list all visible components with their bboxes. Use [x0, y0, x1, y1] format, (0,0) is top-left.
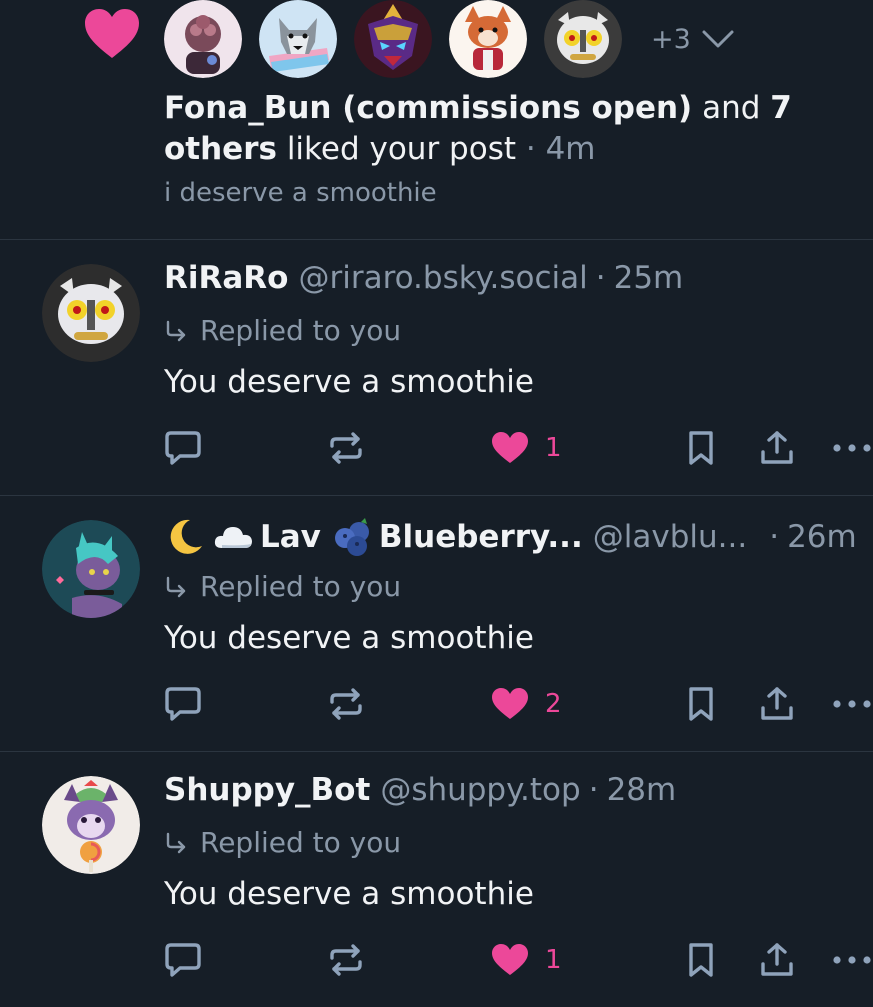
reply-header: Shuppy_Bot @shuppy.top · 28m — [164, 772, 676, 808]
share-button[interactable] — [759, 684, 795, 724]
share-button[interactable] — [759, 940, 795, 980]
reply-notification[interactable]: Lav Blueberry... @lavblu... · 26m Replie… — [0, 496, 873, 752]
avatar[interactable] — [449, 0, 527, 78]
repost-button[interactable] — [328, 940, 364, 980]
time-separator: · — [595, 260, 606, 296]
post-actions: 2 — [0, 684, 873, 728]
crescent-moon-icon — [170, 519, 202, 554]
reply-header: RiRaRo @riraro.bsky.social · 25m — [164, 260, 683, 296]
action-text: liked your post — [286, 131, 516, 167]
replied-indicator: Replied to you — [164, 826, 401, 859]
replied-label: Replied to you — [200, 570, 402, 603]
like-button[interactable]: 1 — [491, 940, 562, 980]
author-name[interactable]: Lav — [260, 519, 321, 555]
author-name[interactable]: Shuppy_Bot — [164, 772, 370, 808]
bookmark-icon — [689, 431, 713, 465]
more-likers-button[interactable]: +3 — [651, 24, 735, 55]
author-handle[interactable]: @shuppy.top — [380, 772, 580, 808]
reply-header: Lav Blueberry... @lavblu... · 26m — [164, 516, 857, 558]
replied-indicator: Replied to you — [164, 570, 401, 603]
avatar[interactable] — [164, 0, 242, 78]
time-separator: · — [769, 519, 780, 555]
reply-notification[interactable]: Shuppy_Bot @shuppy.top · 28m Replied to … — [0, 752, 873, 1007]
bookmark-button[interactable] — [686, 684, 716, 724]
replied-label: Replied to you — [200, 314, 402, 347]
reply-button[interactable] — [164, 940, 202, 980]
share-icon — [761, 687, 793, 720]
notification-time: 4m — [545, 131, 596, 167]
post-actions: 1 — [0, 940, 873, 984]
share-icon — [761, 943, 793, 976]
ellipsis-icon — [833, 956, 871, 964]
ellipsis-icon — [833, 700, 871, 708]
ellipsis-icon — [833, 444, 871, 452]
and-text: and — [702, 90, 761, 126]
bookmark-button[interactable] — [686, 428, 716, 468]
reply-button[interactable] — [164, 684, 202, 724]
reply-text: You deserve a smoothie — [164, 876, 534, 912]
avatar[interactable] — [354, 0, 432, 78]
liker-name[interactable]: Fona_Bun (commissions open) — [164, 90, 692, 126]
reply-time: 25m — [613, 260, 684, 296]
like-button[interactable]: 1 — [491, 428, 562, 468]
avatar[interactable] — [259, 0, 337, 78]
repost-icon — [330, 432, 362, 464]
replied-label: Replied to you — [200, 826, 402, 859]
like-count: 1 — [545, 945, 562, 975]
like-button[interactable]: 2 — [491, 684, 562, 724]
avatar[interactable] — [42, 264, 140, 362]
reply-button[interactable] — [164, 428, 202, 468]
time-separator: · — [516, 131, 546, 167]
avatar[interactable] — [544, 0, 622, 78]
reply-text: You deserve a smoothie — [164, 620, 534, 656]
repost-button[interactable] — [328, 684, 364, 724]
chevron-down-icon — [702, 30, 734, 48]
reply-time: 26m — [787, 519, 857, 555]
reply-notification[interactable]: RiRaRo @riraro.bsky.social · 25m Replied… — [0, 240, 873, 496]
liked-post-preview[interactable]: i deserve a smoothie — [164, 178, 437, 208]
more-options-button[interactable] — [832, 428, 872, 468]
author-handle[interactable]: @riraro.bsky.social — [298, 260, 587, 296]
reply-time: 28m — [606, 772, 677, 808]
heart-icon — [492, 688, 528, 719]
like-notification[interactable]: +3 Fona_Bun (commissions open) and 7 oth… — [0, 0, 873, 240]
others-text: others — [164, 131, 277, 167]
reply-arrow-icon — [166, 576, 186, 597]
like-summary: Fona_Bun (commissions open) and 7 others… — [164, 88, 854, 170]
author-name-part2[interactable]: Blueberry... — [379, 519, 583, 555]
reply-text: You deserve a smoothie — [164, 364, 534, 400]
repost-button[interactable] — [328, 428, 364, 468]
bookmark-icon — [689, 687, 713, 721]
cloud-icon — [214, 527, 252, 548]
author-handle[interactable]: @lavblu... — [593, 519, 747, 555]
share-button[interactable] — [759, 428, 795, 468]
heart-icon — [492, 432, 528, 463]
bookmark-button[interactable] — [686, 940, 716, 980]
reply-arrow-icon — [166, 320, 186, 341]
blueberries-icon — [334, 518, 369, 556]
more-options-button[interactable] — [832, 684, 872, 724]
time-separator: · — [588, 772, 599, 808]
avatar[interactable] — [42, 776, 140, 874]
post-actions: 1 — [0, 428, 873, 472]
heart-icon — [85, 9, 139, 58]
replied-indicator: Replied to you — [164, 314, 401, 347]
bookmark-icon — [689, 943, 713, 977]
repost-icon — [330, 688, 362, 720]
more-count-label: +3 — [651, 23, 691, 55]
author-name[interactable]: RiRaRo — [164, 260, 288, 296]
more-options-button[interactable] — [832, 940, 872, 980]
repost-icon — [330, 944, 362, 976]
like-count: 2 — [545, 689, 562, 719]
share-icon — [761, 431, 793, 464]
reply-arrow-icon — [166, 832, 186, 853]
comment-icon — [165, 943, 201, 977]
comment-icon — [165, 687, 201, 721]
like-count: 1 — [545, 433, 562, 463]
comment-icon — [165, 431, 201, 465]
avatar[interactable] — [42, 520, 140, 618]
others-count: 7 — [770, 90, 792, 126]
liker-avatars: +3 — [164, 0, 735, 78]
heart-icon — [492, 944, 528, 975]
